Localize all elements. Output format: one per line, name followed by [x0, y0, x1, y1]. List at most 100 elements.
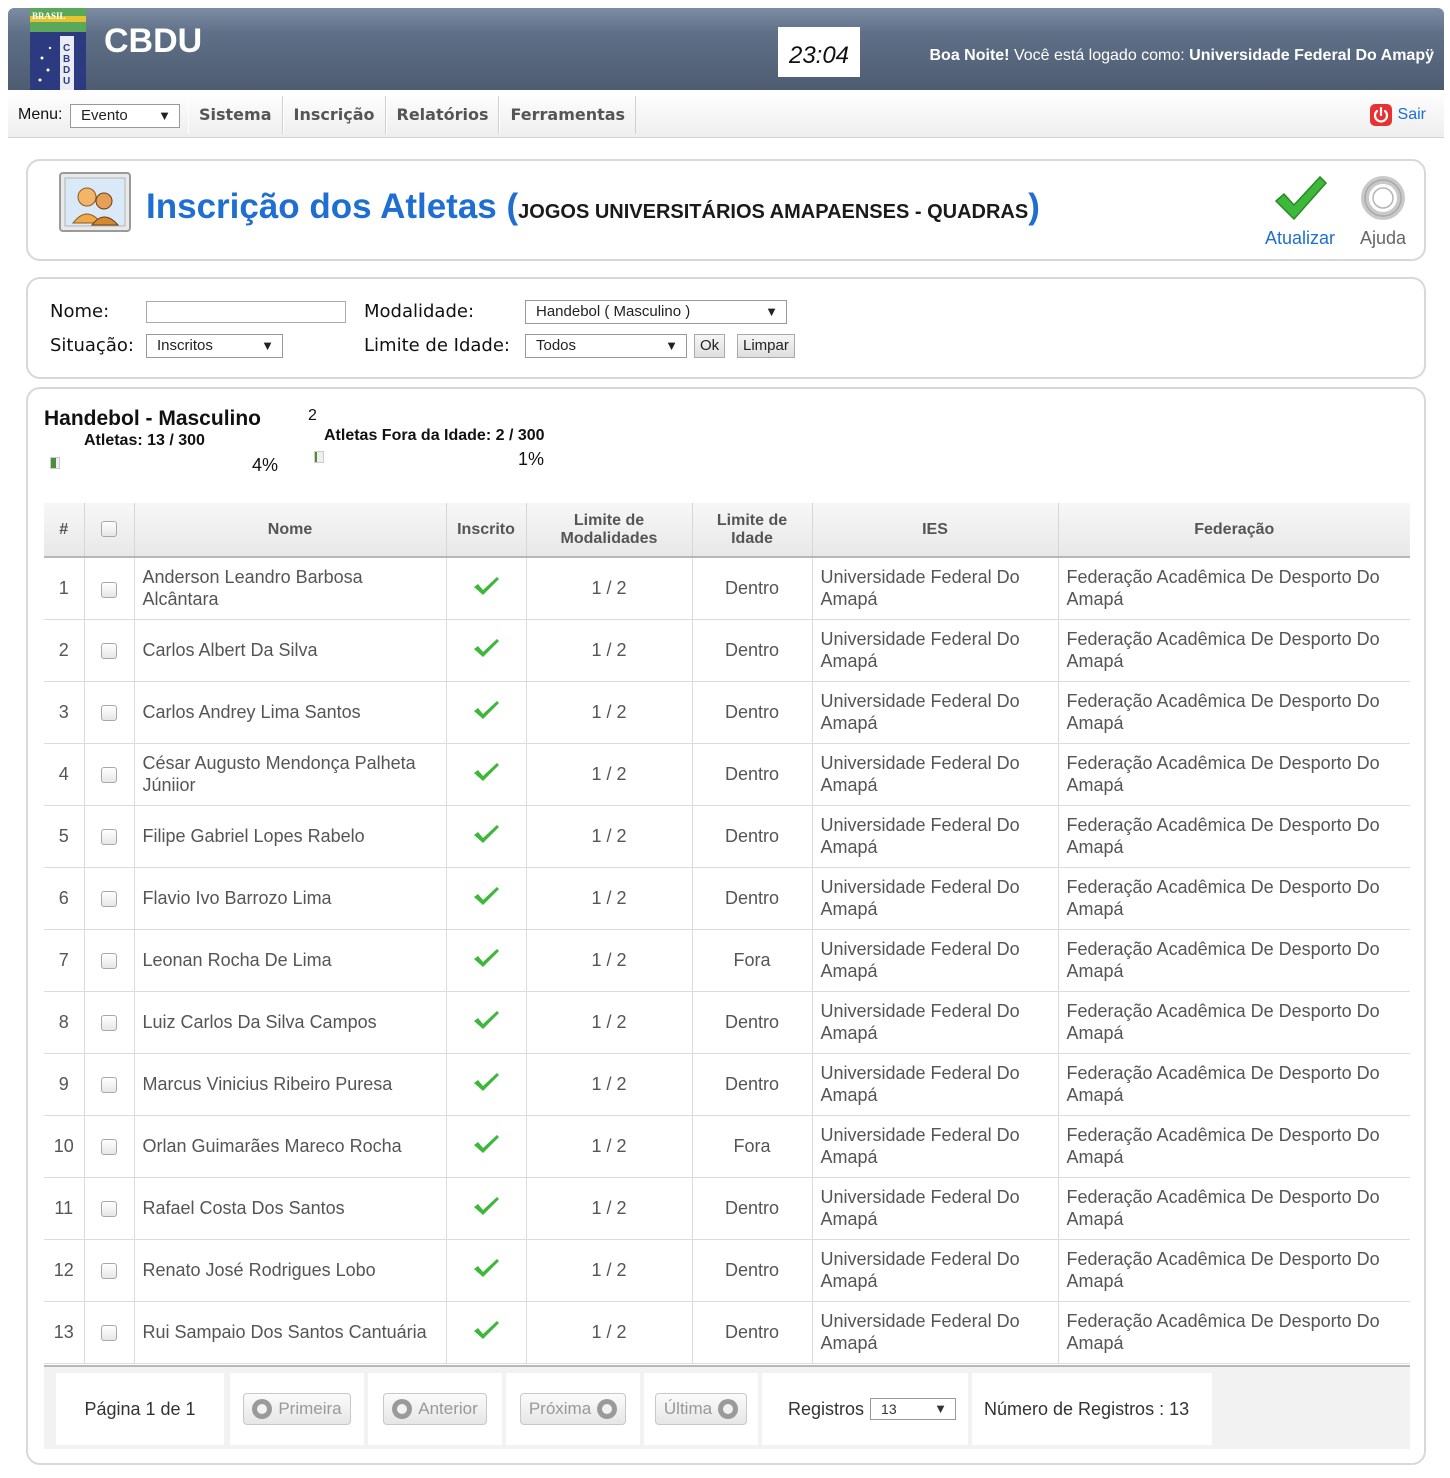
athletes-percent: 4% — [252, 455, 279, 475]
row-checkbox[interactable] — [101, 581, 117, 598]
limite-modalidades: 1 / 2 — [526, 557, 693, 620]
modality-title: Handebol - Masculino — [44, 407, 262, 430]
ies: Universidade Federal Do Amapá — [812, 991, 1059, 1054]
table-row[interactable]: 3 Carlos Andrey Lima Santos 1 / 2 Dentro Uni… — [44, 681, 1410, 744]
refresh-button[interactable]: Atualizar — [1260, 173, 1340, 249]
col-header-select[interactable] — [84, 503, 135, 558]
ok-button[interactable]: Ok — [694, 334, 726, 358]
circle-icon — [718, 1399, 739, 1419]
row-checkbox[interactable] — [101, 891, 117, 908]
inscrito-cell — [446, 1239, 527, 1302]
prev-page-button[interactable]: Anterior — [383, 1393, 487, 1425]
row-select-cell — [84, 805, 135, 868]
row-number: 13 — [44, 1301, 85, 1364]
table-row[interactable]: 5 Filipe Gabriel Lopes Rabelo 1 / 2 Dentro U… — [44, 805, 1410, 868]
federacao: Federação Acadêmica De Desporto Do Amapá — [1058, 991, 1410, 1054]
athletes-count: Atletas: 13 / 300 — [84, 432, 205, 449]
menu-bar: Menu: Evento ▼ Sistema Inscrição Relatór… — [8, 90, 1444, 138]
row-number: 7 — [44, 929, 85, 992]
inscrito-cell — [446, 805, 527, 868]
last-page-button[interactable]: Última — [654, 1393, 748, 1425]
next-page-button[interactable]: Próxima — [519, 1393, 627, 1425]
row-checkbox[interactable] — [101, 705, 117, 722]
col-header-ies[interactable]: IES — [812, 503, 1059, 558]
row-number: 5 — [44, 805, 85, 868]
menu-item-relatorios[interactable]: Relatórios — [385, 96, 500, 134]
modalidade-select[interactable]: Handebol ( Masculino ) ▼ — [525, 300, 787, 324]
out-of-age-count: Atletas Fora da Idade: 2 / 300 — [324, 427, 545, 444]
row-number: 10 — [44, 1115, 85, 1178]
greeting-strong: Boa Noite! — [929, 47, 1010, 64]
circle-icon — [392, 1399, 413, 1419]
last-page-label: Última — [663, 1399, 713, 1418]
col-header-number[interactable]: # — [44, 503, 85, 558]
row-checkbox[interactable] — [101, 829, 117, 846]
col-header-federacao[interactable]: Federação — [1058, 503, 1410, 558]
table-row[interactable]: 8 Luiz Carlos Da Silva Campos 1 / 2 Dentro U… — [44, 991, 1410, 1054]
idade-select[interactable]: Todos ▼ — [525, 334, 687, 358]
athletes-table: # Nome Inscrito Limite de Modalidades Li… — [44, 503, 1410, 1364]
out-of-age-progress-fill — [315, 452, 318, 462]
help-button[interactable]: Ajuda — [1346, 173, 1420, 249]
row-checkbox[interactable] — [101, 1263, 117, 1280]
row-checkbox[interactable] — [101, 643, 117, 660]
athlete-name: Anderson Leandro Barbosa Alcântara — [134, 557, 447, 620]
menu-item-inscricao[interactable]: Inscrição — [282, 96, 386, 134]
table-row[interactable]: 6 Flavio Ivo Barrozo Lima 1 / 2 Dentro Unive… — [44, 867, 1410, 930]
situacao-select[interactable]: Inscritos ▼ — [146, 334, 283, 358]
table-row[interactable]: 7 Leonan Rocha De Lima 1 / 2 Fora Universida… — [44, 929, 1410, 992]
logout-button[interactable]: Sair — [1369, 104, 1426, 126]
next-page-cell: Próxima — [506, 1373, 640, 1445]
paren-open: ( — [506, 187, 519, 226]
col-header-limite-modalidades[interactable]: Limite de Modalidades — [526, 503, 693, 558]
col-header-limite-idade[interactable]: Limite de Idade — [692, 503, 813, 558]
table-row[interactable]: 9 Marcus Vinicius Ribeiro Puresa 1 / 2 Dent… — [44, 1053, 1410, 1116]
menu-item-sistema[interactable]: Sistema — [188, 96, 283, 134]
row-checkbox[interactable] — [101, 1139, 117, 1156]
first-page-button[interactable]: Primeira — [243, 1393, 351, 1425]
row-checkbox[interactable] — [101, 767, 117, 784]
table-row[interactable]: 10 Orlan Guimarães Mareco Rocha 1 / 2 Fora U… — [44, 1115, 1410, 1178]
checkmark-icon — [474, 1258, 499, 1277]
nome-input[interactable] — [146, 301, 346, 323]
idade-label: Limite de Idade: — [364, 335, 510, 356]
limite-idade: Dentro — [692, 867, 813, 930]
row-checkbox[interactable] — [101, 953, 117, 970]
col-header-inscrito[interactable]: Inscrito — [446, 503, 527, 558]
limite-modalidades: 1 / 2 — [526, 867, 693, 930]
select-all-checkbox[interactable] — [101, 521, 117, 538]
ies: Universidade Federal Do Amapá — [812, 743, 1059, 806]
table-row[interactable]: 2 Carlos Albert Da Silva 1 / 2 Dentro Univer… — [44, 619, 1410, 682]
federacao: Federação Acadêmica De Desporto Do Amapá — [1058, 743, 1410, 806]
menu-select-value: Evento — [81, 107, 128, 124]
records-select[interactable]: 13 ▼ — [870, 1398, 957, 1420]
table-row[interactable]: 13 Rui Sampaio Dos Santos Cantuária 1 / 2D… — [44, 1301, 1410, 1364]
ies: Universidade Federal Do Amapá — [812, 1115, 1059, 1178]
page-title: Inscrição dos Atletas (JOGOS UNIVERSITÁR… — [146, 187, 1040, 227]
athletes-progress — [50, 457, 60, 469]
row-checkbox[interactable] — [101, 1325, 117, 1342]
records-label: Registros — [788, 1398, 865, 1419]
checkmark-icon — [474, 1196, 499, 1215]
row-checkbox[interactable] — [101, 1015, 117, 1032]
checkmark-icon — [1274, 175, 1328, 221]
clear-button[interactable]: Limpar — [737, 334, 795, 358]
inscrito-cell — [446, 1053, 527, 1116]
checkmark-icon — [474, 1320, 499, 1339]
table-row[interactable]: 1 Anderson Leandro Barbosa Alcântara 1 / 2… — [44, 557, 1410, 620]
table-row[interactable]: 12 Renato José Rodrigues Lobo 1 / 2 Dentro U… — [44, 1239, 1410, 1302]
limite-idade: Dentro — [692, 1301, 813, 1364]
menu-item-ferramentas[interactable]: Ferramentas — [499, 96, 637, 134]
menu-select[interactable]: Evento ▼ — [70, 104, 180, 128]
row-checkbox[interactable] — [101, 1201, 117, 1218]
limite-modalidades: 1 / 2 — [526, 1053, 693, 1116]
row-checkbox[interactable] — [101, 1077, 117, 1094]
checkmark-icon — [474, 948, 499, 967]
prev-page-cell: Anterior — [368, 1373, 502, 1445]
table-row[interactable]: 4 César Augusto Mendonça Palheta Júniior 1… — [44, 743, 1410, 806]
col-header-nome[interactable]: Nome — [134, 503, 447, 558]
table-row[interactable]: 11 Rafael Costa Dos Santos 1 / 2 Dentro Univ… — [44, 1177, 1410, 1240]
athlete-name: Luiz Carlos Da Silva Campos — [134, 991, 447, 1054]
inscrito-cell — [446, 557, 527, 620]
inscrito-cell — [446, 743, 527, 806]
